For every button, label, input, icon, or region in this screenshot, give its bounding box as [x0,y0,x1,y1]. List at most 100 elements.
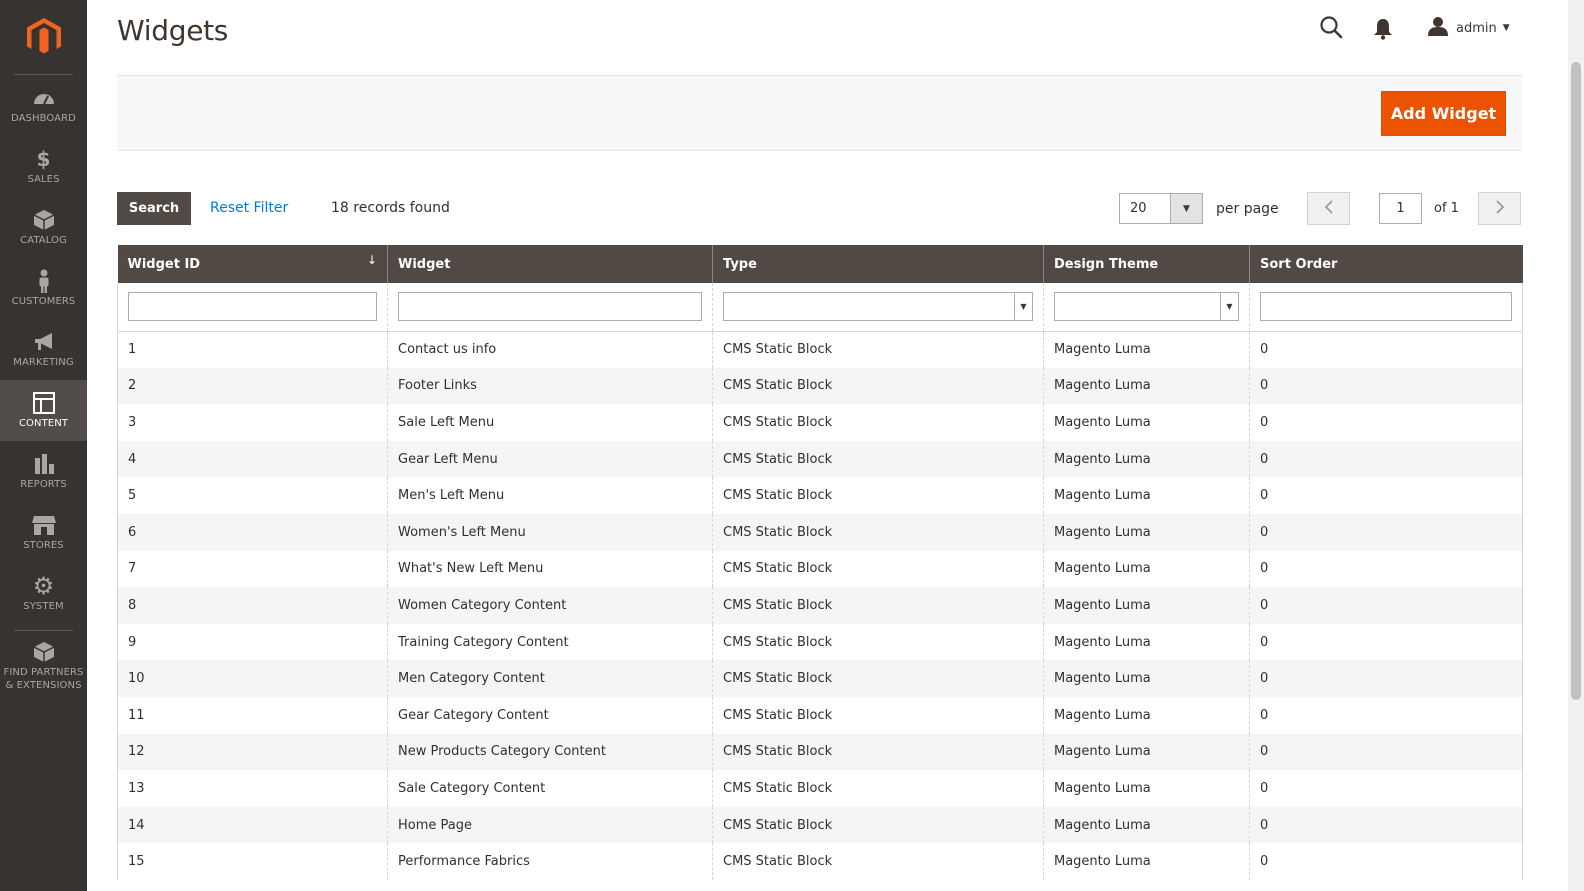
sidebar-item-customers[interactable]: CUSTOMERS [0,258,87,319]
cell-sort-order: 0 [1249,404,1523,441]
sidebar-item-content[interactable]: CONTENT [0,380,87,441]
admin-user-menu[interactable]: admin ▼ [1428,16,1510,40]
cell-sort-order: 0 [1249,513,1523,551]
reset-filter-link[interactable]: Reset Filter [210,200,288,216]
cell-design-theme: Magento Luma [1043,733,1250,771]
cell-widget-id: 12 [117,733,388,771]
sidebar-item-stores[interactable]: STORES [0,502,87,563]
cell-design-theme: Magento Luma [1043,440,1250,478]
cell-widget-id: 6 [117,513,388,551]
chevron-down-icon: ▼ [1502,23,1510,33]
sidebar-item-label: CONTENT [18,418,69,429]
cell-widget-title: Gear Category Content [387,696,713,734]
cell-widget-title: Women Category Content [387,587,713,624]
sidebar-item-label: CATALOG [20,235,67,246]
cell-design-theme: Magento Luma [1043,623,1250,661]
table-row[interactable]: 10 Men Category Content CMS Static Block Ma… [117,660,1523,697]
sort-order-filter-input[interactable] [1260,292,1512,322]
cell-widget-title: Sale Category Content [387,770,713,807]
table-row[interactable]: 3 Sale Left Menu CMS Static Block Magento L… [117,404,1523,441]
cell-widget-title: Women's Left Menu [387,513,713,551]
table-row[interactable]: 2 Footer Links CMS Static Block Magento Lum… [117,367,1523,405]
table-row[interactable]: 8 Women Category Content CMS Static Block M… [117,587,1523,624]
table-row[interactable]: 12 New Products Category Content CMS Stati… [117,733,1523,771]
cell-type: CMS Static Block [712,513,1044,551]
table-row[interactable]: 5 Men's Left Menu CMS Static Block Magento … [117,477,1523,514]
column-header-type[interactable]: Type [712,245,1044,283]
table-row[interactable]: 6 Women's Left Menu CMS Static Block Magent… [117,513,1523,551]
cell-sort-order: 0 [1249,440,1523,478]
table-row[interactable]: 9 Training Category Content CMS Static Blo… [117,623,1523,661]
table-row[interactable]: 4 Gear Left Menu CMS Static Block Magento L… [117,440,1523,478]
previous-page-button[interactable] [1307,192,1350,225]
table-row[interactable]: 11 Gear Category Content CMS Static Block M… [117,696,1523,734]
type-filter-select[interactable]: ▼ [723,292,1033,322]
filter-row: ▼ ▼ [117,283,1523,332]
cell-type: CMS Static Block [712,660,1044,697]
magento-logo[interactable] [14,0,73,75]
cell-widget-id: 9 [117,623,388,661]
cell-design-theme: Magento Luma [1043,660,1250,697]
cell-widget-id: 7 [117,550,388,588]
magento-logo-icon [26,18,61,54]
cell-type: CMS Static Block [712,623,1044,661]
sidebar-item-label: SYSTEM [23,601,64,612]
cell-widget-title: Contact us info [387,331,713,368]
sidebar-item-marketing[interactable]: MARKETING [0,319,87,380]
records-count: 18 records found [331,200,450,216]
per-page-select[interactable]: 20 ▼ [1119,193,1203,224]
design-theme-filter-select[interactable]: ▼ [1054,292,1239,322]
bell-icon[interactable] [1373,18,1393,44]
table-row[interactable]: 14 Home Page CMS Static Block Magento Luma 0 [117,806,1523,844]
search-button[interactable]: Search [117,192,191,225]
box-icon [33,208,55,232]
page-number-input[interactable] [1379,193,1422,224]
per-page-value: 20 [1130,201,1147,216]
sidebar-item-system[interactable]: ⚙ SYSTEM [0,563,87,624]
column-label: Sort Order [1260,256,1338,272]
table-row[interactable]: 1 Contact us info CMS Static Block Magento … [117,331,1523,368]
sidebar-item-partners[interactable]: FIND PARTNERS & EXTENSIONS [0,631,87,701]
column-label: Widget ID [127,256,201,272]
table-row[interactable]: 15 Performance Fabrics CMS Static Block Mag… [117,843,1523,880]
cell-type: CMS Static Block [712,331,1044,368]
page-scrollbar[interactable] [1568,0,1584,891]
sidebar-item-dashboard[interactable]: DASHBOARD [0,75,87,136]
scrollbar-thumb[interactable] [1571,62,1581,700]
sidebar-item-sales[interactable]: $ SALES [0,136,87,197]
next-page-button[interactable] [1478,192,1521,225]
sidebar-item-reports[interactable]: REPORTS [0,441,87,502]
cell-widget-id: 11 [117,696,388,734]
cell-type: CMS Static Block [712,696,1044,734]
sidebar-item-catalog[interactable]: CATALOG [0,197,87,258]
widget-id-filter-input[interactable] [128,292,377,322]
megaphone-icon [32,330,56,354]
cell-design-theme: Magento Luma [1043,404,1250,441]
column-header-widget[interactable]: Widget [387,245,713,283]
column-header-design-theme[interactable]: Design Theme [1043,245,1250,283]
widget-title-filter-input[interactable] [398,292,702,322]
cell-widget-id: 4 [117,440,388,478]
cell-design-theme: Magento Luma [1043,477,1250,514]
person-icon [37,269,51,293]
sidebar-item-label: FIND PARTNERS & EXTENSIONS [3,667,84,691]
column-header-widget-id[interactable]: Widget ID ↓ [117,245,388,283]
table-row[interactable]: 7 What's New Left Menu CMS Static Block Mag… [117,550,1523,588]
cell-type: CMS Static Block [712,806,1044,844]
cell-widget-id: 1 [117,331,388,368]
sidebar-item-label: STORES [23,540,64,551]
dollar-icon: $ [36,147,51,171]
filter-cell: ▼ [1043,283,1250,332]
chevron-left-icon [1324,199,1334,218]
sidebar-item-label: CUSTOMERS [11,296,76,307]
cell-widget-id: 3 [117,404,388,441]
chevron-down-icon: ▼ [1170,194,1202,223]
cell-widget-title: Performance Fabrics [387,843,713,880]
column-header-sort-order[interactable]: Sort Order [1249,245,1523,283]
cell-design-theme: Magento Luma [1043,513,1250,551]
cell-widget-title: Home Page [387,806,713,844]
search-icon[interactable] [1319,15,1343,43]
partners-box-icon [33,640,55,664]
add-widget-button[interactable]: Add Widget [1381,91,1506,136]
table-row[interactable]: 13 Sale Category Content CMS Static Block M… [117,770,1523,807]
